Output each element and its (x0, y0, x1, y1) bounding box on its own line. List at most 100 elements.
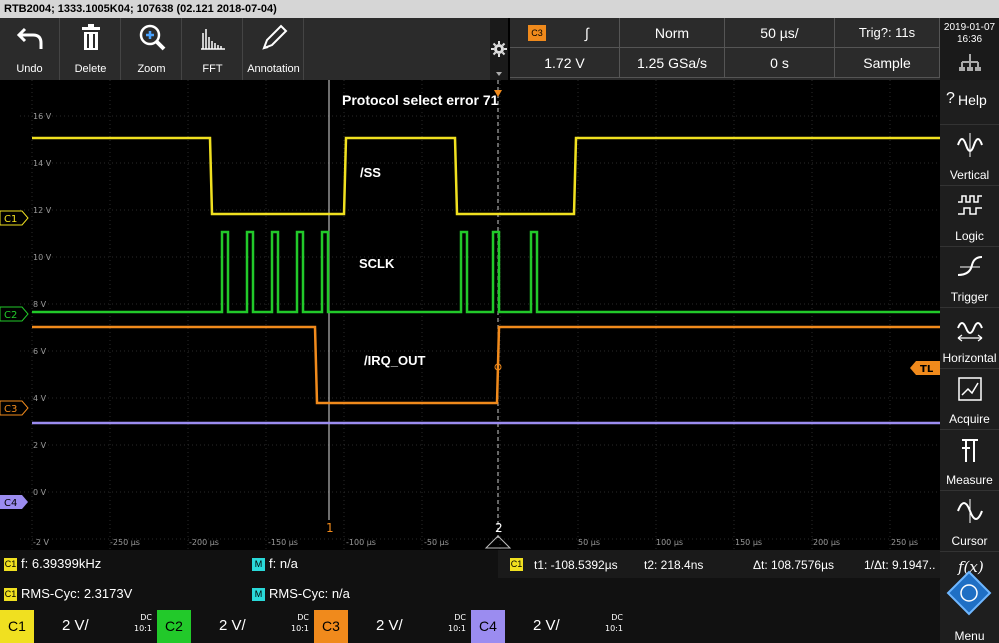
undo-button[interactable]: Undo (0, 18, 60, 80)
trigger-source-cell[interactable]: C3 ∫ (510, 18, 620, 48)
cursor-delta-t: Δt: 108.7576µs (753, 558, 834, 572)
x-tick-label: 50 µs (578, 538, 600, 547)
pen-icon (262, 24, 288, 50)
svg-text:C2: C2 (4, 310, 17, 321)
acquire-icon (958, 377, 982, 401)
zoom-button[interactable]: Zoom (122, 18, 182, 80)
meas-m-rms[interactable]: M RMS-Cyc: n/a (252, 586, 350, 602)
timebase[interactable]: 50 µs/ (725, 18, 835, 48)
svg-text:C1: C1 (4, 214, 17, 225)
x-tick-label: 100 µs (656, 538, 683, 547)
trigger-status: Trig?: 11s (835, 18, 940, 48)
trigger-source-badge: C3 (528, 25, 546, 41)
channel-c1[interactable]: C1 2 V/ DC 10:1 (0, 610, 156, 643)
y-tick-label: 2 V (33, 441, 47, 450)
cursor-inverse-delta-t: 1/Δt: 9.1947.. (864, 558, 936, 572)
cursor-readout[interactable]: C1 t1: -108.5392µs t2: 218.4ns Δt: 108.7… (498, 550, 940, 578)
cursor-button[interactable]: Cursor (940, 491, 999, 552)
horizontal-icon (957, 322, 983, 342)
x-tick-label: -250 µs (110, 538, 140, 547)
trigger-panel: C3 ∫ Norm 50 µs/ Trig?: 11s 1.72 V 1.25 … (510, 18, 940, 80)
toolbar: Undo Delete Zoom FFT Annotation (0, 18, 490, 80)
menu-button[interactable]: Menu (940, 570, 999, 643)
y-tick-label: 12 V (33, 206, 52, 215)
annotation-button[interactable]: Annotation (244, 18, 304, 80)
waveform-c1-ss (32, 136, 940, 216)
waveform-c2-sclk (32, 230, 940, 314)
delete-button[interactable]: Delete (61, 18, 121, 80)
label-ss: /SS (360, 165, 381, 180)
error-message: Protocol select error 71 (342, 92, 499, 108)
fft-button[interactable]: FFT (183, 18, 243, 80)
logic-button[interactable]: Logic (940, 186, 999, 247)
side-menu: ? Help Vertical Logic Trigger Horizontal… (940, 80, 999, 643)
channel-c2[interactable]: C2 2 V/ DC 10:1 (157, 610, 313, 643)
channel-marker-c3[interactable]: C3 (0, 400, 29, 416)
y-tick-label: 4 V (33, 394, 47, 403)
horizontal-button[interactable]: Horizontal (940, 308, 999, 369)
undo-icon (16, 27, 43, 49)
waveform-c3-irq-out (32, 325, 940, 405)
acquisition-mode[interactable]: Sample (835, 48, 940, 78)
window-title: RTB2004; 1333.1005K04; 107638 (02.121 20… (0, 0, 999, 18)
label-sclk: SCLK (359, 256, 395, 271)
network-icon (958, 54, 981, 71)
vertical-icon (957, 133, 983, 157)
x-tick-label: 250 µs (891, 538, 918, 547)
rs-logo-icon (946, 570, 992, 616)
help-button[interactable]: ? Help (940, 80, 999, 125)
trigger-slope: ∫ (585, 25, 589, 41)
measurement-panel: C1 f: 6.39399kHz C1 RMS-Cyc: 2.3173V Mf: n… (0, 550, 940, 610)
waveform-display[interactable]: Protocol select error 71 /SS SCLK /IRQ_O… (0, 80, 969, 587)
x-tick-label: 150 µs (735, 538, 762, 547)
trigger-mode[interactable]: Norm (620, 18, 725, 48)
svg-text:C3: C3 (4, 404, 17, 415)
cursor-t2: t2: 218.4ns (644, 558, 704, 572)
fft-icon (201, 29, 225, 50)
trigger-icon (957, 256, 983, 276)
trigger-button[interactable]: Trigger (940, 247, 999, 308)
channel-bar: C1 2 V/ DC 10:1 C2 2 V/ DC 10:1 C3 2 V/ DC… (0, 610, 940, 643)
x-tick-label: -2 V (33, 538, 50, 547)
sample-rate: 1.25 GSa/s (620, 48, 725, 78)
measure-icon (962, 439, 978, 462)
cursor-t1: t1: -108.5392µs (534, 558, 618, 572)
channel-marker-c4[interactable]: C4 (0, 495, 28, 509)
y-tick-label: 14 V (33, 159, 52, 168)
date: 2019-01-07 (943, 22, 996, 33)
svg-text:C4: C4 (4, 498, 17, 509)
menu-label: Menu (954, 629, 985, 643)
x-tick-label: -150 µs (268, 538, 298, 547)
trigger-level[interactable]: 1.72 V (510, 48, 620, 78)
x-tick-label: 200 µs (813, 538, 840, 547)
label-irq-out: /IRQ_OUT (364, 353, 425, 368)
vertical-button[interactable]: Vertical (940, 125, 999, 186)
meas-c1-frequency[interactable]: C1 f: 6.39399kHz (4, 556, 101, 572)
y-tick-label: 6 V (33, 347, 47, 356)
logic-icon (958, 195, 982, 215)
channel-c3[interactable]: C3 2 V/ DC 10:1 (314, 610, 470, 643)
settings-button[interactable] (490, 18, 508, 80)
cursor-icon (957, 499, 983, 523)
channel-c4[interactable]: C4 2 V/ DC 10:1 (471, 610, 627, 643)
meas-c1-rms[interactable]: C1 RMS-Cyc: 2.3173V (4, 586, 132, 602)
y-tick-label: 8 V (33, 300, 47, 309)
help-icon: ? (946, 90, 955, 107)
zoom-icon (139, 24, 166, 51)
grid (20, 80, 969, 587)
meas-m-frequency[interactable]: Mf: n/a (252, 556, 298, 572)
trash-icon (82, 24, 100, 50)
x-tick-label: -50 µs (424, 538, 449, 547)
time: 16:36 (956, 34, 983, 45)
trigger-level-marker[interactable]: TL (910, 361, 940, 375)
channel-marker-c1[interactable]: C1 (0, 210, 29, 226)
horizontal-position[interactable]: 0 s (725, 48, 835, 78)
y-tick-label: 10 V (33, 253, 52, 262)
channel-marker-c2[interactable]: C2 (0, 306, 29, 322)
gear-icon (491, 41, 507, 76)
measure-button[interactable]: Measure (940, 430, 999, 491)
waveform-svg: Protocol select error 71 /SS SCLK /IRQ_O… (0, 80, 969, 587)
acquire-button[interactable]: Acquire (940, 369, 999, 430)
cursor-2-marker: 2 (495, 521, 503, 535)
x-tick-label: -100 µs (346, 538, 376, 547)
